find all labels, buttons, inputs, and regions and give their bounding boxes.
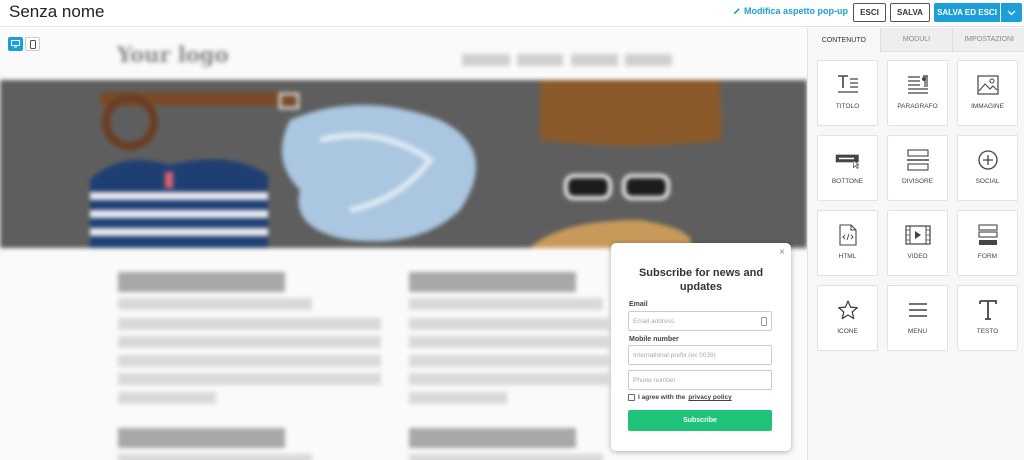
block-html-label: HTML	[838, 253, 857, 260]
nav-placeholder	[625, 54, 672, 66]
block-menu[interactable]: MENU	[887, 285, 948, 351]
chevron-down-icon	[1007, 10, 1016, 15]
content-line-placeholder	[409, 392, 507, 404]
save-and-exit-button[interactable]: SALVA ED ESCI	[934, 3, 1000, 22]
prefix-placeholder: International prefix (ex 0039)	[633, 351, 716, 359]
block-paragraph[interactable]: PARAGRAFO	[887, 60, 948, 126]
block-image-label: IMMAGINE	[971, 103, 1004, 110]
tab-impostazioni[interactable]: IMPOSTAZIONI	[952, 28, 1024, 52]
block-menu-label: MENU	[907, 328, 928, 335]
video-icon	[904, 223, 931, 247]
subscribe-popup[interactable]: × Subscribe for news and updates Email E…	[611, 243, 791, 451]
content-line-placeholder	[409, 355, 609, 367]
content-panel: CONTENUTO MODULI IMPOSTAZIONI TITOLO PAR…	[807, 28, 1024, 460]
phone-placeholder: Phone number	[633, 376, 676, 384]
content-line-placeholder	[118, 318, 381, 330]
edit-popup-appearance-link[interactable]: Modifica aspetto pop-up	[733, 6, 848, 16]
content-heading-placeholder	[409, 428, 576, 448]
save-button[interactable]: SALVA	[890, 3, 930, 22]
block-title-label: TITOLO	[835, 103, 860, 110]
desktop-icon	[11, 40, 20, 48]
agree-text: I agree with the	[638, 394, 686, 401]
content-line-placeholder	[118, 392, 216, 404]
star-icon	[835, 298, 861, 322]
content-line-placeholder	[409, 454, 603, 460]
content-line-placeholder	[118, 336, 381, 348]
content-line-placeholder	[409, 298, 603, 310]
international-prefix-field[interactable]: International prefix (ex 0039)	[628, 345, 772, 365]
email-placeholder: Email address	[633, 317, 675, 325]
nav-placeholder	[517, 54, 563, 66]
block-divider[interactable]: DIVISORE	[887, 135, 948, 201]
nav-placeholder	[462, 54, 510, 66]
content-line-placeholder	[118, 373, 381, 385]
mobile-view-button[interactable]	[25, 37, 40, 51]
mobile-icon	[29, 39, 36, 49]
block-html[interactable]: HTML	[817, 210, 878, 276]
phone-number-field[interactable]: Phone number	[628, 370, 772, 390]
block-button[interactable]: BOTTONE	[817, 135, 878, 201]
divider-icon	[905, 148, 931, 172]
content-blocks-grid: TITOLO PARAGRAFO IMMAGINE BOTTONE DIVISO…	[817, 60, 1018, 351]
block-text-label: TESTO	[976, 328, 999, 335]
edit-popup-appearance-label: Modifica aspetto pop-up	[744, 6, 848, 16]
popup-title: Subscribe for news and updates	[638, 267, 764, 293]
subscribe-button[interactable]: Subscribe	[628, 410, 772, 431]
block-paragraph-label: PARAGRAFO	[897, 103, 938, 110]
block-social[interactable]: SOCIAL	[957, 135, 1018, 201]
content-line-placeholder	[118, 298, 312, 310]
social-icon	[975, 148, 1001, 172]
form-icon	[975, 223, 1001, 247]
contact-card-icon	[761, 317, 767, 326]
content-line-placeholder	[409, 336, 609, 348]
content-heading-placeholder	[118, 428, 285, 448]
block-social-label: SOCIAL	[975, 178, 1000, 185]
document-title[interactable]: Senza nome	[9, 2, 104, 22]
paragraph-icon	[905, 73, 931, 97]
block-title[interactable]: TITOLO	[817, 60, 878, 126]
block-video[interactable]: VIDEO	[887, 210, 948, 276]
content-heading-placeholder	[409, 272, 576, 292]
content-line-placeholder	[409, 373, 609, 385]
email-field[interactable]: Email address	[628, 311, 772, 331]
button-icon	[835, 148, 861, 172]
block-icons-label: ICONE	[837, 328, 858, 335]
block-text[interactable]: TESTO	[957, 285, 1018, 351]
block-form-label: FORM	[977, 253, 998, 260]
template-logo: Your logo	[117, 42, 229, 67]
content-heading-placeholder	[118, 272, 285, 292]
block-image[interactable]: IMMAGINE	[957, 60, 1018, 126]
content-line-placeholder	[118, 355, 381, 367]
email-label: Email	[629, 301, 648, 308]
menu-icon	[905, 298, 931, 322]
title-icon	[835, 73, 861, 97]
pencil-icon	[733, 8, 740, 15]
content-line-placeholder	[118, 454, 312, 460]
device-view-toggle	[8, 37, 40, 51]
tab-contenuto[interactable]: CONTENUTO	[808, 28, 880, 52]
nav-placeholder	[571, 54, 618, 66]
image-icon	[975, 73, 1001, 97]
mobile-label: Mobile number	[629, 336, 679, 343]
block-form[interactable]: FORM	[957, 210, 1018, 276]
privacy-policy-link[interactable]: privacy policy	[688, 394, 731, 401]
tab-moduli[interactable]: MODULI	[879, 28, 953, 52]
exit-button[interactable]: ESCI	[853, 3, 886, 22]
top-bar: Senza nome Modifica aspetto pop-up ESCI …	[0, 0, 1024, 27]
block-button-label: BOTTONE	[831, 178, 864, 185]
block-video-label: VIDEO	[907, 253, 928, 260]
hero-image	[0, 80, 807, 248]
close-icon[interactable]: ×	[779, 247, 785, 258]
block-divider-label: DIVISORE	[901, 178, 934, 185]
block-icons[interactable]: ICONE	[817, 285, 878, 351]
privacy-checkbox[interactable]	[628, 394, 635, 401]
text-icon	[975, 298, 1001, 322]
panel-tabs: CONTENUTO MODULI IMPOSTAZIONI	[808, 28, 1024, 52]
save-options-dropdown[interactable]	[1001, 3, 1022, 22]
hero-photo-illustration	[0, 80, 807, 248]
desktop-view-button[interactable]	[8, 37, 23, 51]
content-line-placeholder	[409, 318, 609, 330]
html-icon	[835, 223, 861, 247]
privacy-consent: I agree with the privacy policy	[628, 394, 732, 401]
